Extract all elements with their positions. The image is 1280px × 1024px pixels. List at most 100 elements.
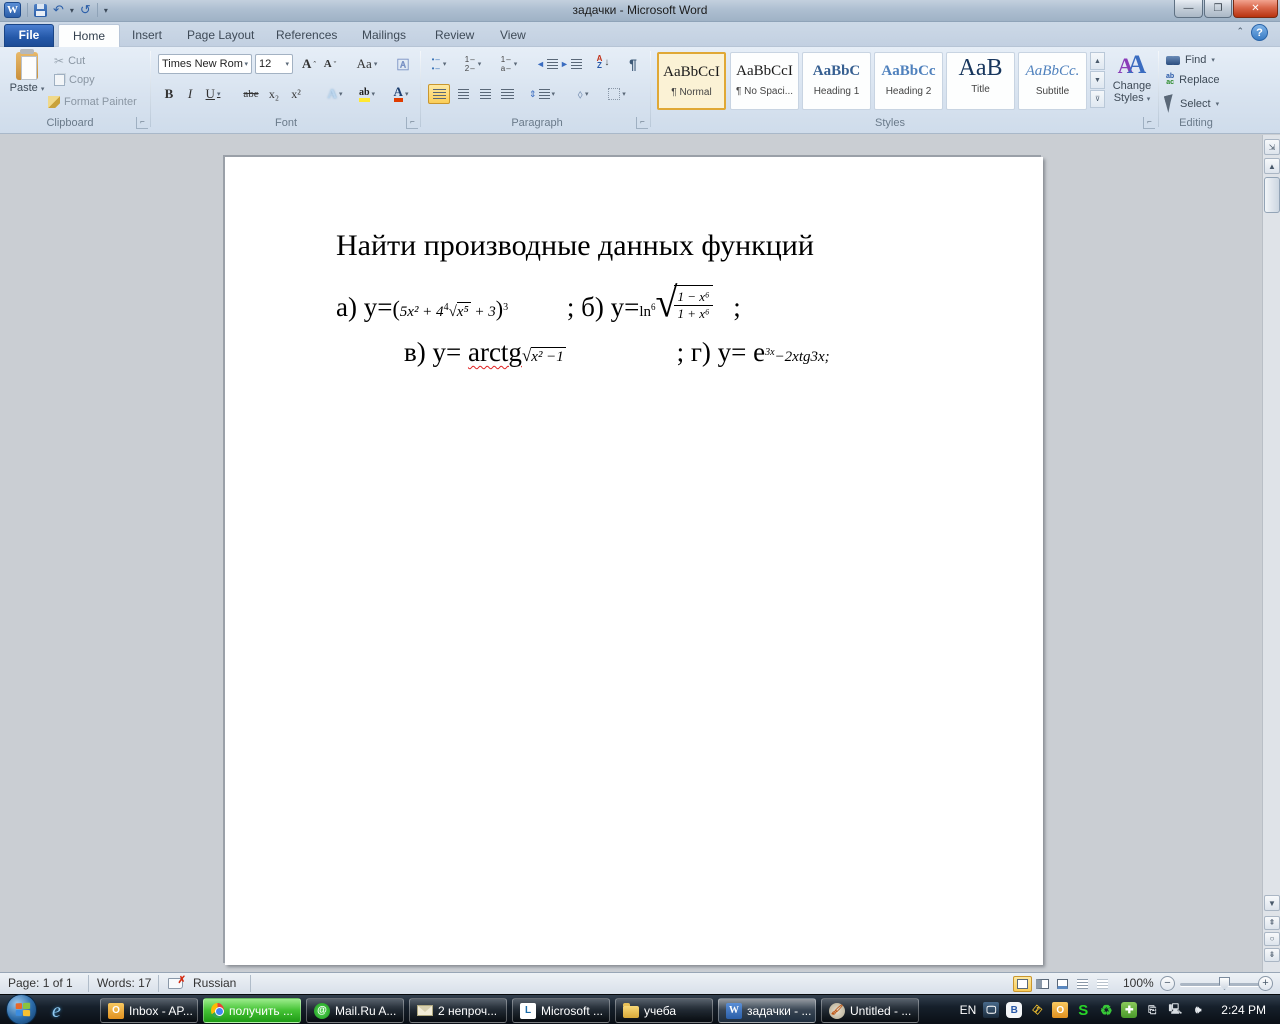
find-dropdown-icon[interactable]: ▾: [1211, 56, 1215, 64]
tab-view[interactable]: View: [486, 24, 540, 47]
taskbar-button-paint[interactable]: 🖌 Untitled - ...: [821, 998, 919, 1023]
language-indicator[interactable]: Russian: [193, 976, 236, 990]
bold-button[interactable]: B: [160, 84, 178, 104]
sync-icon[interactable]: ♻: [1098, 1002, 1114, 1018]
paste-dropdown-icon[interactable]: ▾: [41, 86, 45, 93]
bullets-button[interactable]: •–•–▾: [428, 54, 450, 74]
italic-button[interactable]: I: [182, 84, 198, 104]
text-effects-dropdown-icon[interactable]: ▾: [339, 90, 343, 98]
page-indicator[interactable]: Page: 1 of 1: [8, 976, 73, 990]
volume-icon[interactable]: 🕪: [1190, 1002, 1206, 1018]
taskbar-button-outlook-inbox[interactable]: O Inbox - AP...: [100, 998, 198, 1023]
clock[interactable]: 2:24 PM: [1213, 1003, 1274, 1017]
punto-b-icon[interactable]: B: [1006, 1002, 1022, 1018]
copy-button[interactable]: Copy: [54, 74, 95, 86]
font-name-combo[interactable]: Times New Rom ▾: [158, 54, 252, 74]
tab-file[interactable]: File: [4, 24, 54, 47]
change-case-dropdown-icon[interactable]: ▾: [374, 60, 378, 68]
vertical-scrollbar[interactable]: ⇲ ▲ ▼ ⇞ ○ ⇟: [1262, 135, 1280, 972]
select-browse-object-icon[interactable]: ○: [1264, 932, 1280, 946]
draft-view-icon[interactable]: [1093, 976, 1112, 992]
styles-scroll-up-icon[interactable]: ▲: [1090, 52, 1105, 70]
format-painter-button[interactable]: Format Painter: [48, 96, 137, 108]
borders-button[interactable]: ▾: [602, 84, 632, 104]
sort-button[interactable]: AZ ↓: [592, 52, 614, 72]
style-normal[interactable]: AaBbCcI ¶ Normal: [657, 52, 726, 110]
tab-insert[interactable]: Insert: [118, 24, 176, 47]
highlight-dropdown-icon[interactable]: ▾: [372, 90, 376, 98]
font-color-dropdown-icon[interactable]: ▾: [405, 90, 409, 98]
align-right-button[interactable]: [474, 84, 496, 104]
language-bar[interactable]: EN: [960, 1003, 977, 1017]
restore-button[interactable]: ❐: [1204, 0, 1232, 18]
highlight-button[interactable]: ab ▾: [350, 84, 384, 104]
superscript-button[interactable]: x²: [286, 84, 306, 104]
line-spacing-button[interactable]: ⇕▾: [528, 84, 556, 104]
tab-home[interactable]: Home: [58, 24, 120, 47]
dollar-icon[interactable]: S: [1075, 1002, 1091, 1018]
styles-scroll-down-icon[interactable]: ▼: [1090, 71, 1105, 89]
taskbar-button-mailru-agent[interactable]: @ Mail.Ru A...: [306, 998, 404, 1023]
next-page-icon[interactable]: ⇟: [1264, 948, 1280, 962]
zoom-slider-thumb[interactable]: [1219, 977, 1230, 990]
increase-indent-button[interactable]: ►: [560, 54, 582, 74]
cut-button[interactable]: ✂ Cut: [54, 54, 85, 68]
shield-icon[interactable]: ✚: [1121, 1002, 1137, 1018]
scrollbar-thumb[interactable]: [1264, 177, 1280, 213]
document-page[interactable]: Найти производные данных функций а) y=(5…: [225, 157, 1043, 965]
font-size-dropdown-icon[interactable]: ▾: [285, 60, 289, 68]
justify-button[interactable]: [496, 84, 518, 104]
grow-font-button[interactable]: Aˆ: [299, 54, 319, 74]
tab-review[interactable]: Review: [421, 24, 488, 47]
ruler-toggle-icon[interactable]: ⇲: [1264, 139, 1280, 155]
change-case-button[interactable]: Aa ▾: [352, 54, 382, 74]
tab-page-layout[interactable]: Page Layout: [173, 24, 268, 47]
zoom-in-icon[interactable]: +: [1258, 976, 1273, 991]
network-icon[interactable]: 🖳: [1167, 1002, 1183, 1018]
zoom-level[interactable]: 100%: [1123, 976, 1154, 990]
tab-references[interactable]: References: [262, 24, 351, 47]
align-center-button[interactable]: [452, 84, 474, 104]
display-icon[interactable]: 🖵: [983, 1002, 999, 1018]
close-button[interactable]: ✕: [1233, 0, 1278, 18]
outlook-icon[interactable]: O: [1052, 1002, 1068, 1018]
scroll-down-icon[interactable]: ▼: [1264, 895, 1280, 911]
decrease-indent-button[interactable]: ◄: [536, 54, 558, 74]
underline-button[interactable]: U▾: [200, 84, 226, 104]
start-button[interactable]: [6, 994, 37, 1024]
full-screen-reading-view-icon[interactable]: [1033, 976, 1052, 992]
help-icon[interactable]: ?: [1251, 24, 1268, 41]
style-subtitle[interactable]: AaBbCc. Subtitle: [1018, 52, 1087, 110]
font-dialog-launcher-icon[interactable]: ⌐: [406, 117, 418, 129]
paste-button[interactable]: Paste ▾: [8, 50, 46, 116]
strikethrough-button[interactable]: abe: [238, 84, 264, 104]
outline-view-icon[interactable]: [1073, 976, 1092, 992]
clipboard-dialog-launcher-icon[interactable]: ⌐: [136, 117, 148, 129]
multilevel-list-button[interactable]: 1–a–▾: [498, 54, 520, 74]
clipboard-plug-icon[interactable]: ⎘: [1144, 1002, 1160, 1018]
numbering-button[interactable]: 1–2–▾: [462, 54, 484, 74]
find-button[interactable]: Find ▾: [1166, 54, 1215, 66]
minimize-button[interactable]: —: [1174, 0, 1203, 18]
show-hide-pilcrow-button[interactable]: ¶: [622, 54, 644, 74]
style-heading2[interactable]: AaBbCc Heading 2: [874, 52, 943, 110]
internet-explorer-icon[interactable]: e: [52, 1000, 76, 1022]
print-layout-view-icon[interactable]: [1013, 976, 1032, 992]
web-layout-view-icon[interactable]: [1053, 976, 1072, 992]
select-button[interactable]: Select ▾: [1166, 95, 1219, 112]
underline-dropdown-icon[interactable]: ▾: [217, 90, 221, 98]
scroll-up-icon[interactable]: ▲: [1264, 158, 1280, 174]
styles-more-icon[interactable]: ⊽: [1090, 90, 1105, 108]
text-effects-button[interactable]: A ▾: [320, 84, 350, 104]
word-count[interactable]: Words: 17: [97, 976, 151, 990]
subscript-button[interactable]: x₂: [264, 84, 284, 104]
collapse-ribbon-icon[interactable]: ⌃: [1236, 26, 1244, 37]
shrink-font-button[interactable]: Aˇ: [321, 54, 339, 74]
shading-button[interactable]: ⬨▾: [568, 84, 598, 104]
font-size-combo[interactable]: 12 ▾: [255, 54, 293, 74]
taskbar-button-folder[interactable]: учеба: [615, 998, 713, 1023]
style-no-spacing[interactable]: AaBbCcI ¶ No Spaci...: [730, 52, 799, 110]
change-styles-button[interactable]: AA Change Styles ▾: [1108, 50, 1156, 114]
style-title[interactable]: AaB Title: [946, 52, 1015, 110]
key-icon[interactable]: ⚿: [1026, 999, 1049, 1022]
